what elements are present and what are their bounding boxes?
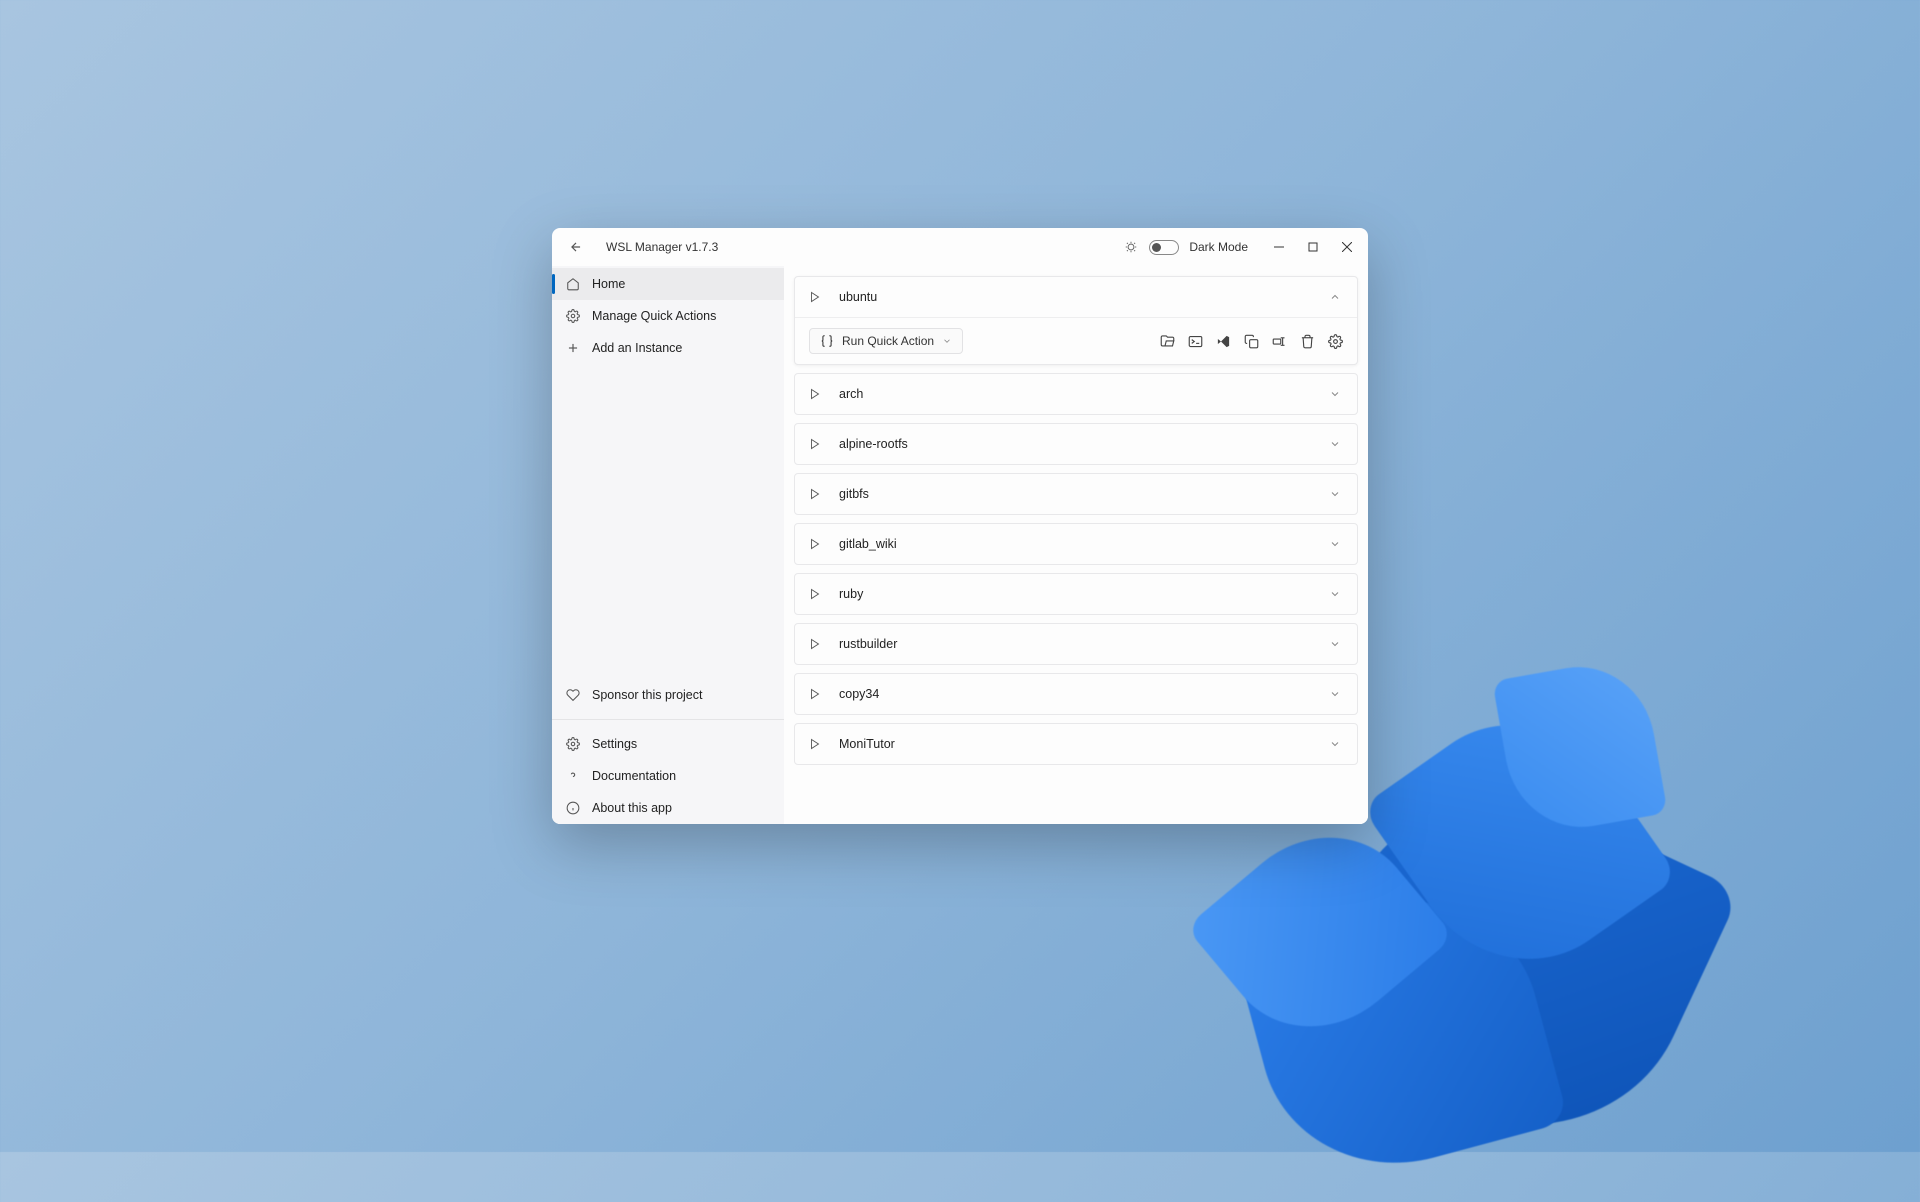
chevron-down-icon [1329,738,1343,750]
terminal-icon[interactable] [1187,333,1203,349]
chevron-down-icon [1329,438,1343,450]
sidebar-item-about[interactable]: About this app [552,792,784,824]
folder-icon[interactable] [1159,333,1175,349]
sidebar-item-label: Add an Instance [592,341,682,355]
dark-mode-toggle[interactable] [1149,240,1179,255]
chevron-down-icon [1329,388,1343,400]
vscode-icon[interactable] [1215,333,1231,349]
play-icon[interactable] [809,737,823,751]
sidebar-item-documentation[interactable]: Documentation [552,760,784,792]
delete-icon[interactable] [1299,333,1315,349]
instance-row: gitlab_wiki [794,523,1358,565]
braces-icon [820,334,834,348]
instance-name: gitbfs [839,487,1329,501]
chevron-up-icon [1329,291,1343,303]
settings-icon[interactable] [1327,333,1343,349]
instance-row: alpine-rootfs [794,423,1358,465]
play-icon[interactable] [809,290,823,304]
instance-header[interactable]: rustbuilder [795,624,1357,664]
close-button[interactable] [1330,228,1364,266]
chevron-down-icon [1329,538,1343,550]
chevron-down-icon [942,336,952,346]
sidebar-item-label: Documentation [592,769,676,783]
window-controls [1262,228,1364,266]
instance-name: copy34 [839,687,1329,701]
dark-mode-label: Dark Mode [1189,240,1248,254]
main-content: ubuntu Run Quick Action [784,266,1368,824]
instance-row: MoniTutor [794,723,1358,765]
sidebar-item-home[interactable]: Home [552,268,784,300]
chevron-down-icon [1329,588,1343,600]
instance-name: ubuntu [839,290,1329,304]
gear-icon [566,737,580,751]
play-icon[interactable] [809,687,823,701]
instance-header[interactable]: ubuntu [795,277,1357,317]
minimize-button[interactable] [1262,228,1296,266]
divider [552,719,784,720]
heart-icon [566,688,580,702]
instance-header[interactable]: alpine-rootfs [795,424,1357,464]
instance-name: gitlab_wiki [839,537,1329,551]
info-icon [566,801,580,815]
chevron-down-icon [1329,638,1343,650]
sidebar-item-label: About this app [592,801,672,815]
instance-name: arch [839,387,1329,401]
sidebar-item-sponsor[interactable]: Sponsor this project [552,679,784,711]
instance-toolbar: Run Quick Action [795,317,1357,364]
instance-row: ubuntu Run Quick Action [794,276,1358,365]
play-icon[interactable] [809,587,823,601]
sidebar-item-settings[interactable]: Settings [552,728,784,760]
instance-header[interactable]: ruby [795,574,1357,614]
home-icon [566,277,580,291]
instance-name: rustbuilder [839,637,1329,651]
instance-header[interactable]: gitbfs [795,474,1357,514]
instance-row: ruby [794,573,1358,615]
app-window: WSL Manager v1.7.3 Dark Mode [552,228,1368,824]
instance-row: arch [794,373,1358,415]
play-icon[interactable] [809,387,823,401]
instance-name: MoniTutor [839,737,1329,751]
sidebar-item-label: Manage Quick Actions [592,309,716,323]
instance-row: rustbuilder [794,623,1358,665]
instance-header[interactable]: MoniTutor [795,724,1357,764]
play-icon[interactable] [809,487,823,501]
gear-icon [566,309,580,323]
titlebar: WSL Manager v1.7.3 Dark Mode [552,228,1368,266]
plus-icon [566,341,580,355]
sidebar-item-label: Settings [592,737,637,751]
instance-name: alpine-rootfs [839,437,1329,451]
sidebar-item-label: Home [592,277,625,291]
instance-row: copy34 [794,673,1358,715]
play-icon[interactable] [809,537,823,551]
play-icon[interactable] [809,637,823,651]
window-title: WSL Manager v1.7.3 [606,240,718,254]
sidebar-item-add-instance[interactable]: Add an Instance [552,332,784,364]
play-icon[interactable] [809,437,823,451]
instance-name: ruby [839,587,1329,601]
instance-header[interactable]: copy34 [795,674,1357,714]
rename-icon[interactable] [1271,333,1287,349]
question-icon [566,769,580,783]
sidebar-item-label: Sponsor this project [592,688,702,702]
back-button[interactable] [564,240,588,254]
instance-header[interactable]: gitlab_wiki [795,524,1357,564]
instance-row: gitbfs [794,473,1358,515]
chevron-down-icon [1329,488,1343,500]
run-quick-action-button[interactable]: Run Quick Action [809,328,963,354]
maximize-button[interactable] [1296,228,1330,266]
sidebar: Home Manage Quick Actions Add an Instanc… [552,266,784,824]
sidebar-item-manage-quick-actions[interactable]: Manage Quick Actions [552,300,784,332]
chevron-down-icon [1329,688,1343,700]
quick-action-label: Run Quick Action [842,334,934,348]
instance-header[interactable]: arch [795,374,1357,414]
bug-icon[interactable] [1119,240,1143,254]
copy-icon[interactable] [1243,333,1259,349]
